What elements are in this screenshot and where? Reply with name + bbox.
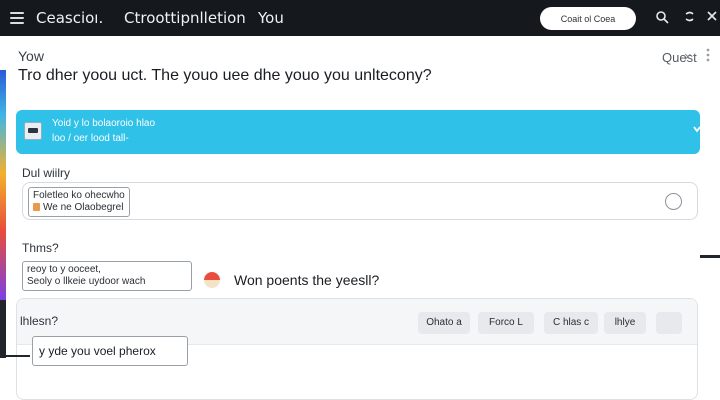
chevron-down-icon[interactable] [692,124,704,136]
option-tag-1[interactable]: Foletleo ko ohecwho We ne Olaobegrel [28,187,130,217]
highlighted-card[interactable]: Yoid y lo bolaoroio hlao loo / oer lood … [16,110,701,154]
chip-2[interactable]: Forco L [478,312,534,334]
hint-input[interactable]: y yde you voel pherox [32,336,188,366]
option-tag-2-line-1: reoy to y ooceet, [27,264,101,275]
chip-5[interactable] [656,312,682,334]
hint-pointer-line [0,355,30,357]
status-dot-icon [204,272,220,288]
close-icon[interactable] [704,10,720,26]
app-title: Ceascioı. [36,9,104,27]
left-accent-strip [0,70,6,300]
page-label: Yow [18,48,44,64]
option-tag-2-line-2: Seoly o llkeie uydoor wach [27,276,146,287]
card-line-2: loo / oer lood tall- [52,133,129,144]
section-label-1: Dul wiilry [22,166,70,180]
card-line-1: Yoid y lo bolaoroio hlao [52,118,156,129]
section-label-3: lhlesn? [20,314,59,328]
search-icon[interactable] [654,10,670,26]
card-thumbnail-icon [24,122,42,140]
option-tag-1-line-1: Foletleo ko ohecwho [33,190,125,201]
file-icon [33,203,40,211]
chip-1[interactable]: Ohato a [418,312,470,334]
chip-3[interactable]: C hlas c [544,312,598,334]
you-label: You [258,9,284,27]
more-options-icon[interactable] [706,48,710,65]
option-tag-2[interactable]: reoy to y ooceet, Seoly o llkeie uydoor … [22,261,192,291]
right-edge-line [700,255,720,258]
menu-icon[interactable] [10,12,24,24]
section-label-2: Thms? [22,241,59,255]
app-subtitle: Ctroottipnlletion [124,9,246,27]
quest-close-icon[interactable]: × [684,49,692,64]
page-heading: Tro dher yoou uct. The youo uee dhe youo… [18,67,432,84]
top-action-button[interactable]: Coait ol Coea [540,7,636,30]
chip-4[interactable]: lhlye [604,312,646,334]
question-text: Won poents the yeesll? [234,272,380,288]
radio-button[interactable] [665,193,682,210]
left-dark-strip [0,300,6,358]
option-tag-1-line-2: We ne Olaobegrel [43,202,124,213]
settings-icon[interactable] [682,10,698,26]
top-bar: Ceascioı. Ctroottipnlletion You Coait ol… [0,0,720,36]
